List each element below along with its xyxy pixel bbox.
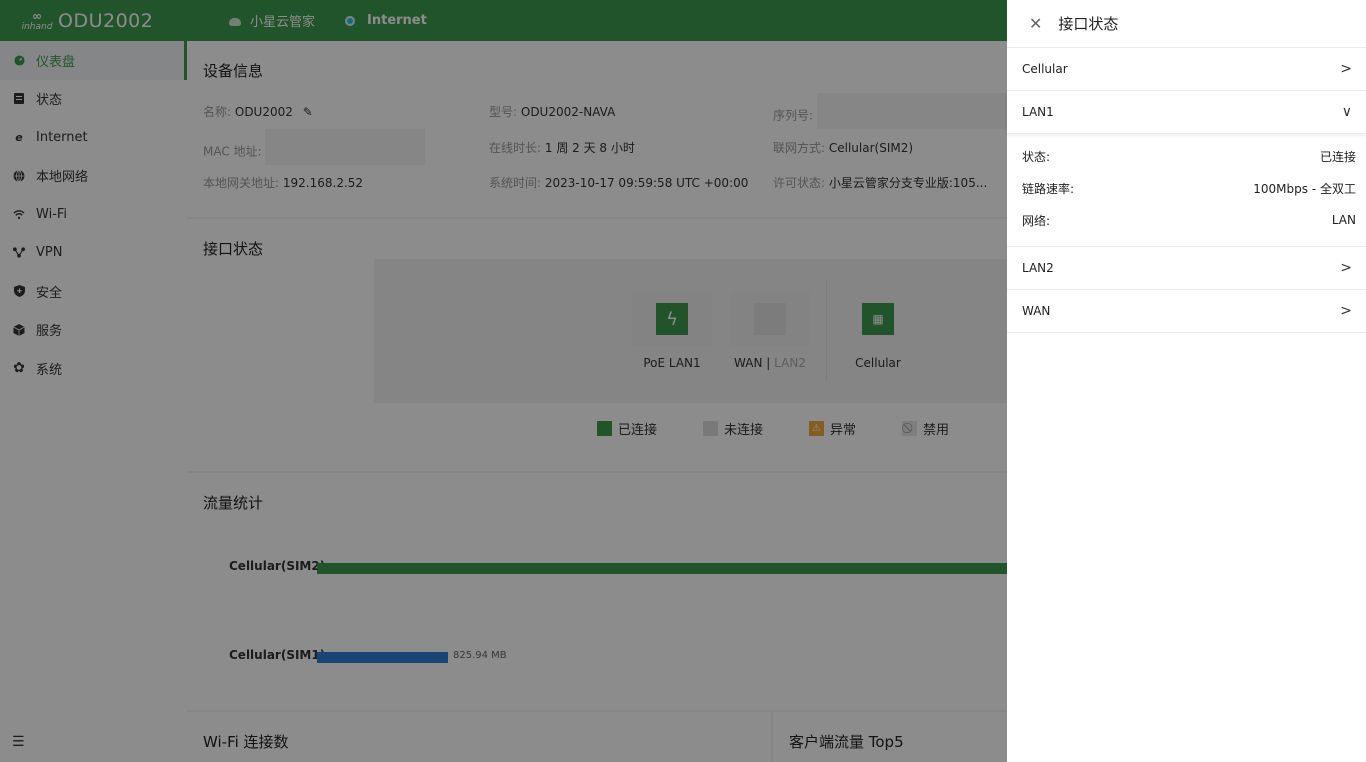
modal-backdrop[interactable] [0,0,1007,762]
accordion-lan2[interactable]: LAN2 > [1007,247,1366,290]
drawer-title: 接口状态 [1058,15,1119,33]
lan1-network-row: 网络: LAN [1022,213,1356,228]
drawer-header: ✕ 接口状态 [1007,0,1366,48]
lan1-details: 状态: 已连接 链路速率: 100Mbps - 全双工 网络: LAN [1007,134,1366,247]
accordion-lan1[interactable]: LAN1 ∨ [1007,91,1366,134]
chevron-right-icon: > [1340,303,1352,319]
chevron-right-icon: > [1340,260,1352,276]
lan1-speed-row: 链路速率: 100Mbps - 全双工 [1022,181,1356,196]
accordion-cellular[interactable]: Cellular > [1007,48,1366,91]
lan1-status-row: 状态: 已连接 [1022,149,1356,164]
accordion-wan[interactable]: WAN > [1007,290,1366,333]
chevron-down-icon: ∨ [1341,104,1352,120]
close-icon[interactable]: ✕ [1029,14,1042,33]
chevron-right-icon: > [1340,61,1352,77]
interface-status-drawer: ✕ 接口状态 Cellular > LAN1 ∨ 状态: 已连接 链路速率: 1… [1007,0,1366,762]
